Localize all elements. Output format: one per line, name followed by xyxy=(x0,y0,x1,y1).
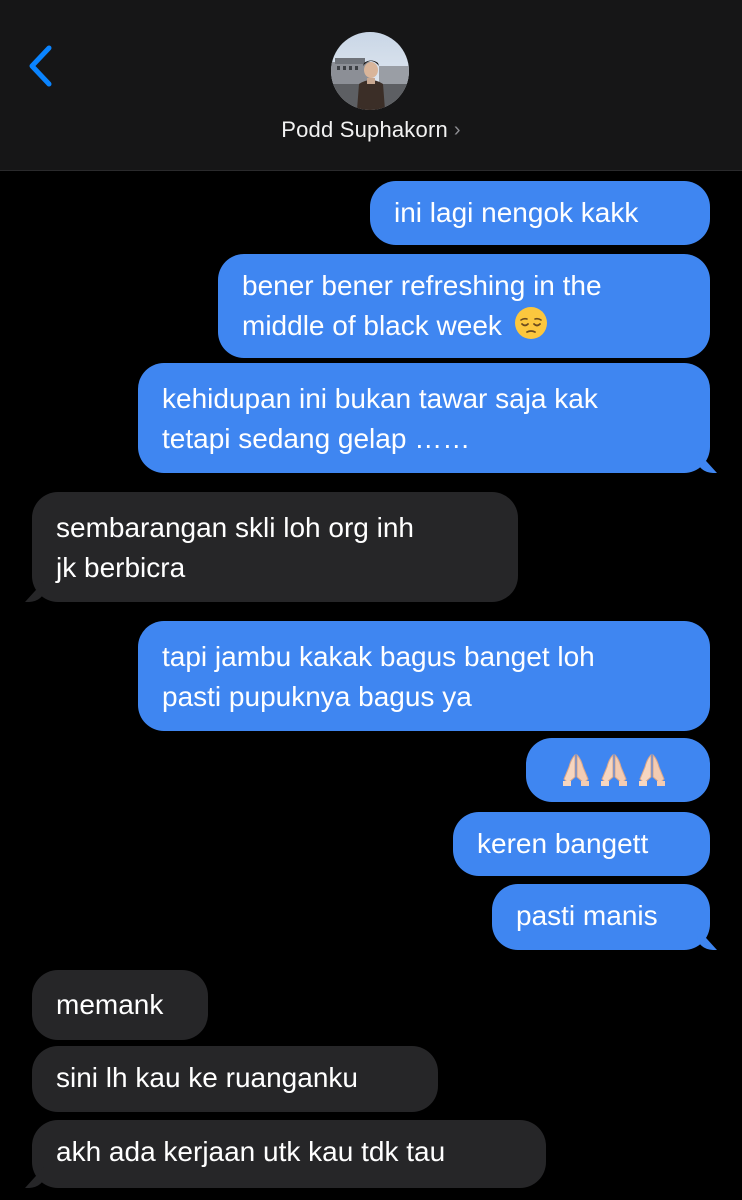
message-text: sini lh kau ke ruanganku xyxy=(56,1062,358,1093)
conversation-header: Podd Suphakorn › xyxy=(0,0,742,171)
pensive-face-emoji xyxy=(514,307,547,339)
chevron-left-icon xyxy=(29,45,52,87)
sent-message-bubble[interactable]: ini lagi nengok kakk xyxy=(370,181,710,245)
message-text: keren bangett xyxy=(477,828,649,859)
message-text: pasti manis xyxy=(516,900,658,931)
sent-message-bubble[interactable]: bener bener refreshing in the middle of … xyxy=(218,254,710,358)
contact-photo xyxy=(331,32,409,110)
back-button[interactable] xyxy=(18,36,62,96)
sent-message-bubble[interactable] xyxy=(526,738,710,802)
message-text-line: middle of black week xyxy=(242,310,502,341)
received-message-bubble[interactable]: sini lh kau ke ruanganku xyxy=(32,1046,438,1112)
sent-message-bubble[interactable]: keren bangett xyxy=(453,812,710,876)
folded-hands-icon xyxy=(639,753,665,786)
contact-name-button[interactable]: Podd Suphakorn › xyxy=(0,117,742,143)
contact-avatar[interactable] xyxy=(331,32,409,110)
received-message-bubble[interactable]: akh ada kerjaan utk kau tdk tau xyxy=(32,1120,546,1188)
contact-name: Podd Suphakorn xyxy=(281,117,448,142)
message-text-line: jk berbicra xyxy=(56,552,186,583)
message-text-line: bener bener refreshing in the xyxy=(242,270,602,301)
message-text: memank xyxy=(56,989,164,1020)
messages-screen: Podd Suphakorn › ini lagi nengok kakk ben… xyxy=(0,0,742,1200)
message-text-line: tetapi sedang gelap …… xyxy=(162,423,471,454)
sent-message-bubble[interactable]: kehidupan ini bukan tawar saja kak tetap… xyxy=(138,363,710,473)
sent-message-bubble[interactable]: tapi jambu kakak bagus banget loh pasti … xyxy=(138,621,710,731)
message-text: akh ada kerjaan utk kau tdk tau xyxy=(56,1136,446,1167)
message-text-line: kehidupan ini bukan tawar saja kak xyxy=(162,383,598,414)
message-text: ini lagi nengok kakk xyxy=(394,197,639,228)
folded-hands-emoji-group xyxy=(560,750,668,790)
message-text-line: sembarangan skli loh org inh xyxy=(56,512,414,543)
chevron-right-icon: › xyxy=(453,119,461,141)
folded-hands-icon xyxy=(563,753,589,786)
folded-hands-icon xyxy=(601,753,627,786)
message-text-line: tapi jambu kakak bagus banget loh xyxy=(162,641,595,672)
received-message-bubble[interactable]: sembarangan skli loh org inh jk berbicra xyxy=(32,492,518,602)
received-message-bubble[interactable]: memank xyxy=(32,970,208,1040)
message-text-line: pasti pupuknya bagus ya xyxy=(162,681,472,712)
sent-message-bubble[interactable]: pasti manis xyxy=(492,884,710,950)
